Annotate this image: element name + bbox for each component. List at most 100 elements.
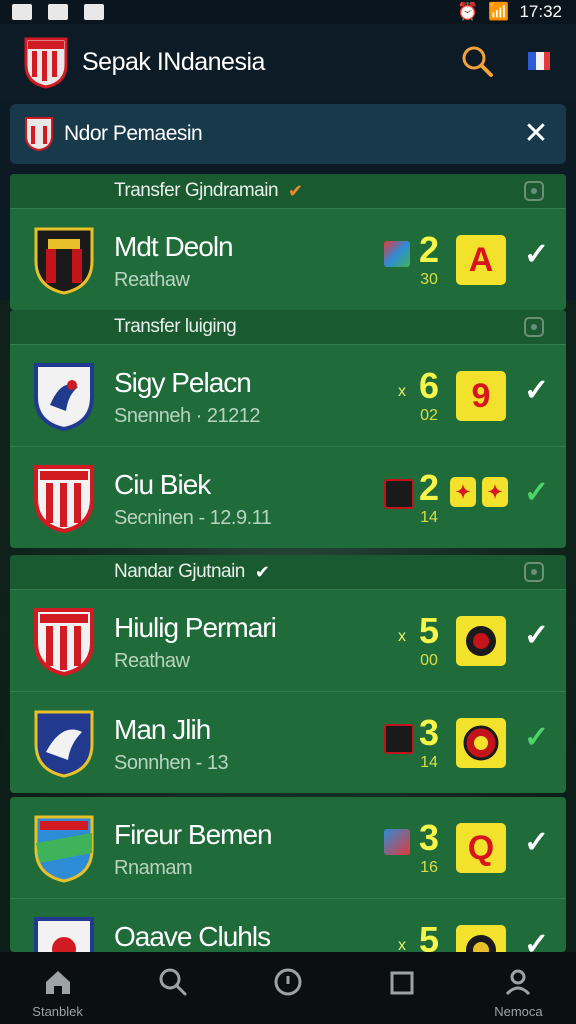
score-secondary: 02 xyxy=(420,407,438,424)
square-icon xyxy=(390,971,414,995)
result-badge xyxy=(456,925,506,952)
circle-icon xyxy=(274,968,302,996)
versus-mark: x xyxy=(398,383,406,400)
check-icon[interactable]: ✓ xyxy=(524,825,549,860)
search-icon[interactable] xyxy=(460,44,494,78)
score-secondary: 30 xyxy=(420,271,438,288)
team-name: Man Jlih xyxy=(114,714,211,745)
mini-team-icon xyxy=(384,829,410,855)
result-badge: Q xyxy=(456,823,506,873)
score-secondary: 14 xyxy=(420,754,438,771)
check-icon: ✔ xyxy=(254,561,270,582)
app-title: Sepak INdanesia xyxy=(82,47,265,76)
mini-team-icon xyxy=(384,479,414,509)
match-group: Transfer luiging Sigy Pelacn Snenneh · 2… xyxy=(10,310,566,548)
group-header-label: Transfer luiging xyxy=(114,316,237,337)
check-icon[interactable]: ✓ xyxy=(524,237,549,272)
nav-search[interactable] xyxy=(115,952,230,1024)
team-subtitle: Snenneh · 21212 xyxy=(114,405,260,427)
score: 3 xyxy=(418,817,440,858)
team-name: Hiulig Permari xyxy=(114,612,277,643)
match-row[interactable]: Ciu Biek Secninen - 12.9.11 2 14 ✦ ✦ ✓ xyxy=(10,446,566,548)
nav-profile[interactable]: Nemoca xyxy=(461,952,576,1024)
lock-icon[interactable] xyxy=(524,317,544,337)
group-header-label: Transfer Gjndramain xyxy=(114,180,279,201)
versus-mark: x xyxy=(398,628,406,645)
score: 2 xyxy=(418,229,440,270)
team-name: Fireur Bemen xyxy=(114,819,273,850)
team-crest-icon xyxy=(34,227,94,295)
team-crest-icon xyxy=(34,710,94,778)
wifi-icon: 📶 xyxy=(488,2,510,21)
team-name: Sigy Pelacn xyxy=(114,367,252,398)
result-badge xyxy=(456,616,506,666)
home-icon xyxy=(45,971,70,994)
club-crest-small-icon xyxy=(25,117,53,152)
result-badge-small: ✦ xyxy=(482,477,508,507)
check-icon[interactable]: ✓ xyxy=(524,475,549,510)
match-row[interactable]: Hiulig Permari Reathaw x 5 00 ✓ xyxy=(10,589,566,691)
lock-icon[interactable] xyxy=(524,181,544,201)
score-secondary: 16 xyxy=(420,859,438,876)
team-subtitle: Rnamam xyxy=(114,857,193,879)
app-bar: Sepak INdanesia xyxy=(0,24,576,100)
match-row[interactable]: Sigy Pelacn Snenneh · 21212 x 6 02 9 ✓ xyxy=(10,344,566,446)
group-header: Transfer Gjndramain ✔ xyxy=(10,174,566,208)
mini-team-icon xyxy=(384,724,414,754)
team-name: Ciu Biek xyxy=(114,469,211,500)
nav-home[interactable]: Stanblek xyxy=(0,952,115,1024)
nav-center[interactable] xyxy=(230,952,345,1024)
match-group: Nandar Gjutnain ✔ Hiulig Permari Reathaw… xyxy=(10,555,566,793)
result-badge: 9 xyxy=(456,371,506,421)
gallery-icon xyxy=(48,4,68,20)
group-header: Transfer luiging xyxy=(10,310,566,344)
bottom-navigation: Stanblek Nemoca xyxy=(0,952,576,1024)
match-group: Transfer Gjndramain ✔ Mdt Deoln Reathaw … xyxy=(10,174,566,310)
nav-recents[interactable] xyxy=(346,952,461,1024)
group-header: Nandar Gjutnain ✔ xyxy=(10,555,566,589)
alarm-icon: ⏰ xyxy=(457,2,479,21)
score-secondary: 14 xyxy=(420,509,438,526)
status-bar: ⏰ 📶 17:32 xyxy=(0,0,576,24)
match-row[interactable]: Mdt Deoln Reathaw 2 30 A ✓ xyxy=(10,208,566,310)
check-icon[interactable]: ✓ xyxy=(524,927,549,952)
app-notification-icon xyxy=(84,4,104,20)
team-crest-icon xyxy=(34,917,94,952)
search-icon xyxy=(159,968,187,996)
team-name: Mdt Deoln xyxy=(114,231,234,262)
result-badge xyxy=(456,718,506,768)
team-name: Oaave Cluhls xyxy=(114,921,271,952)
score: 5 xyxy=(418,610,440,651)
check-icon: ✔ xyxy=(288,180,303,201)
language-flag-icon[interactable] xyxy=(524,48,552,74)
nav-label: Nemoca xyxy=(494,1004,543,1019)
notification-banner[interactable]: Ndor Pemaesin ✕ xyxy=(10,104,566,164)
team-crest-icon xyxy=(34,608,94,676)
check-icon[interactable]: ✓ xyxy=(524,618,549,653)
team-subtitle: Sonnhen - 13 xyxy=(114,752,229,774)
mini-team-icon xyxy=(384,241,410,267)
team-subtitle: Reathaw xyxy=(114,650,190,672)
team-subtitle: Reathaw xyxy=(114,269,190,291)
team-subtitle: Secninen - 12.9.11 xyxy=(114,507,272,529)
save-icon xyxy=(12,4,32,20)
match-row[interactable]: Oaave Cluhls x 5 ✓ xyxy=(10,898,566,952)
banner-text: Ndor Pemaesin xyxy=(64,122,203,145)
score: 5 xyxy=(418,919,440,952)
close-icon[interactable]: ✕ xyxy=(520,118,552,150)
score: 2 xyxy=(418,467,440,508)
match-row[interactable]: Man Jlih Sonnhen - 13 3 14 ✓ xyxy=(10,691,566,793)
match-row[interactable]: Fireur Bemen Rnamam 3 16 Q ✓ xyxy=(10,797,566,898)
lock-icon[interactable] xyxy=(524,562,544,582)
score: 3 xyxy=(418,712,440,753)
result-badge-small: ✦ xyxy=(450,477,476,507)
check-icon[interactable]: ✓ xyxy=(524,373,549,408)
club-crest-logo[interactable] xyxy=(22,35,70,89)
versus-mark: x xyxy=(398,937,406,952)
status-time: 17:32 xyxy=(519,2,562,21)
team-crest-icon xyxy=(34,815,94,883)
result-badge: A xyxy=(456,235,506,285)
group-header-label: Nandar Gjutnain xyxy=(114,561,245,582)
check-icon[interactable]: ✓ xyxy=(524,720,549,755)
match-group: Fireur Bemen Rnamam 3 16 Q ✓ Oaave Cluhl… xyxy=(10,797,566,952)
